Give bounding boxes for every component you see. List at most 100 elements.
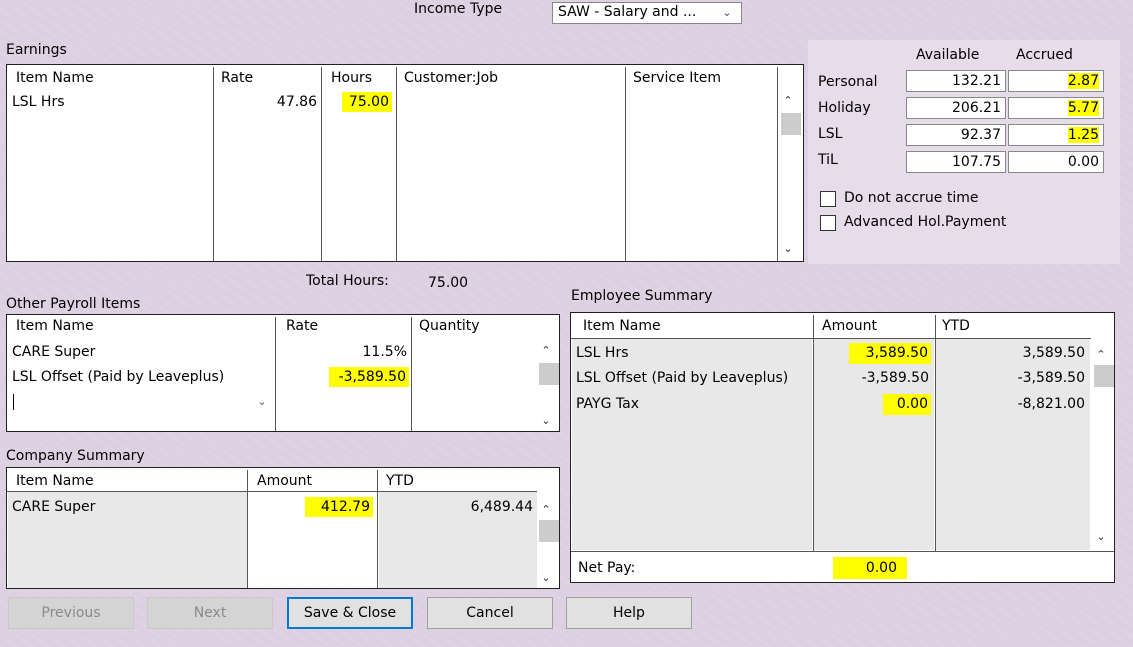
employee-scrollbar[interactable]: ⌃ ⌄ xyxy=(1092,339,1114,551)
earnings-title: Earnings xyxy=(6,42,67,58)
scroll-thumb[interactable] xyxy=(539,520,559,542)
previous-button[interactable]: Previous xyxy=(8,597,134,629)
col-service-item: Service Item xyxy=(633,70,722,86)
payroll-item-cell[interactable]: LSL Offset (Paid by Leaveplus) xyxy=(12,369,224,385)
payroll-rate-cell[interactable]: -3,589.50 xyxy=(329,367,409,387)
lsl-accrued[interactable]: 1.25 xyxy=(1008,124,1104,146)
employee-ytd-cell: -3,589.50 xyxy=(1017,370,1085,386)
do-not-accrue-checkbox[interactable] xyxy=(820,191,836,207)
holiday-accrued[interactable]: 5.77 xyxy=(1008,97,1104,119)
leave-personal-label: Personal xyxy=(818,74,878,90)
help-button[interactable]: Help xyxy=(566,597,692,629)
employee-amount-cell: -3,589.50 xyxy=(861,370,929,386)
company-ytd-cell: 6,489.44 xyxy=(470,499,533,515)
employee-item-cell: PAYG Tax xyxy=(576,396,639,412)
col-item-name: Item Name xyxy=(16,318,94,334)
next-button[interactable]: Next xyxy=(147,597,273,629)
col-customer-job: Customer:Job xyxy=(404,70,499,86)
company-summary-table: Item Name Amount YTD CARE Super 412.79 6… xyxy=(6,467,560,589)
scroll-down-icon[interactable]: ⌄ xyxy=(537,413,555,429)
employee-item-cell: LSL Offset (Paid by Leaveplus) xyxy=(576,370,789,386)
scroll-thumb[interactable] xyxy=(1094,365,1114,387)
divider xyxy=(571,338,1091,339)
text-cursor xyxy=(13,394,14,410)
scroll-down-icon[interactable]: ⌄ xyxy=(537,570,555,586)
chevron-down-icon[interactable]: ⌄ xyxy=(717,4,737,22)
other-payroll-table: Item Name Rate Quantity CARE Super 11.5%… xyxy=(6,314,560,432)
divider xyxy=(625,67,626,261)
income-type-label: Income Type xyxy=(414,1,503,17)
employee-amount-cell: 3,589.50 xyxy=(849,343,931,364)
save-close-button[interactable]: Save & Close xyxy=(287,597,413,629)
divider xyxy=(935,315,936,551)
divider xyxy=(7,491,537,492)
divider xyxy=(213,67,214,261)
employee-amount-cell: 0.00 xyxy=(883,394,931,415)
income-type-value: SAW - Salary and ... xyxy=(558,4,697,20)
col-quantity: Quantity xyxy=(419,318,480,334)
divider xyxy=(571,551,1114,552)
personal-available[interactable]: 132.21 xyxy=(906,70,1006,92)
col-rate: Rate xyxy=(221,70,254,86)
scroll-up-icon[interactable]: ⌃ xyxy=(1092,347,1110,363)
earnings-item-cell[interactable]: LSL Hrs xyxy=(12,94,65,110)
employee-ytd-cell: -8,821.00 xyxy=(1017,396,1085,412)
payroll-scrollbar[interactable]: ⌃ ⌄ xyxy=(537,341,559,431)
col-rate: Rate xyxy=(286,318,319,334)
col-hours: Hours xyxy=(331,70,373,86)
advanced-hol-checkbox[interactable] xyxy=(820,215,836,231)
divider xyxy=(247,470,248,588)
earnings-rate-cell[interactable]: 47.86 xyxy=(217,94,317,110)
scroll-up-icon[interactable]: ⌃ xyxy=(537,502,555,518)
earnings-scrollbar[interactable]: ⌃ ⌄ xyxy=(779,91,801,261)
divider xyxy=(411,317,412,431)
earnings-table: Item Name Rate Hours Customer:Job Servic… xyxy=(6,64,804,262)
do-not-accrue-label: Do not accrue time xyxy=(844,190,979,206)
divider xyxy=(377,470,378,588)
available-header: Available xyxy=(916,47,980,63)
divider xyxy=(275,317,276,431)
col-amount: Amount xyxy=(257,473,313,489)
til-available[interactable]: 107.75 xyxy=(906,151,1006,173)
leave-lsl-label: LSL xyxy=(818,126,843,142)
scroll-down-icon[interactable]: ⌄ xyxy=(1092,529,1110,545)
payroll-rate-cell[interactable]: 11.5% xyxy=(279,344,407,360)
scroll-thumb[interactable] xyxy=(781,113,801,135)
divider xyxy=(396,67,397,261)
cancel-button[interactable]: Cancel xyxy=(427,597,553,629)
scroll-down-icon[interactable]: ⌄ xyxy=(779,241,797,257)
leave-holiday-label: Holiday xyxy=(818,100,871,116)
chevron-down-icon[interactable]: ⌄ xyxy=(253,393,271,411)
company-scrollbar[interactable]: ⌃ ⌄ xyxy=(537,494,559,588)
accrued-header: Accrued xyxy=(1016,47,1073,63)
employee-summary-title: Employee Summary xyxy=(571,288,713,304)
employee-summary-table: Item Name Amount YTD LSL Hrs 3,589.50 3,… xyxy=(570,312,1115,583)
personal-accrued[interactable]: 2.87 xyxy=(1008,70,1104,92)
payroll-item-cell[interactable]: CARE Super xyxy=(12,344,95,360)
company-summary-title: Company Summary xyxy=(6,448,145,464)
earnings-hours-cell[interactable]: 75.00 xyxy=(342,92,392,112)
holiday-available[interactable]: 206.21 xyxy=(906,97,1006,119)
til-accrued[interactable]: 0.00 xyxy=(1008,151,1104,173)
other-payroll-title: Other Payroll Items xyxy=(6,296,141,312)
new-item-dropdown[interactable]: ⌄ xyxy=(9,391,275,413)
employee-ytd-cell: 3,589.50 xyxy=(1022,345,1085,361)
scroll-up-icon[interactable]: ⌃ xyxy=(537,343,555,359)
company-item-cell: CARE Super xyxy=(12,499,96,515)
col-ytd: YTD xyxy=(386,473,414,489)
leave-til-label: TiL xyxy=(818,152,838,168)
divider xyxy=(777,67,778,261)
scroll-thumb[interactable] xyxy=(539,363,559,385)
total-hours-label: Total Hours: xyxy=(306,273,389,289)
col-item-name: Item Name xyxy=(583,318,661,334)
col-ytd: YTD xyxy=(942,318,970,334)
income-type-select[interactable]: SAW - Salary and ... ⌄ xyxy=(552,2,742,24)
col-item-name: Item Name xyxy=(16,70,94,86)
leave-panel: Available Accrued Personal 132.21 2.87 H… xyxy=(808,40,1120,264)
net-pay-label: Net Pay: xyxy=(578,560,636,576)
net-pay-value: 0.00 xyxy=(833,557,907,579)
scroll-up-icon[interactable]: ⌃ xyxy=(779,93,797,109)
divider xyxy=(321,67,322,261)
advanced-hol-label: Advanced Hol.Payment xyxy=(844,214,1007,230)
lsl-available[interactable]: 92.37 xyxy=(906,124,1006,146)
